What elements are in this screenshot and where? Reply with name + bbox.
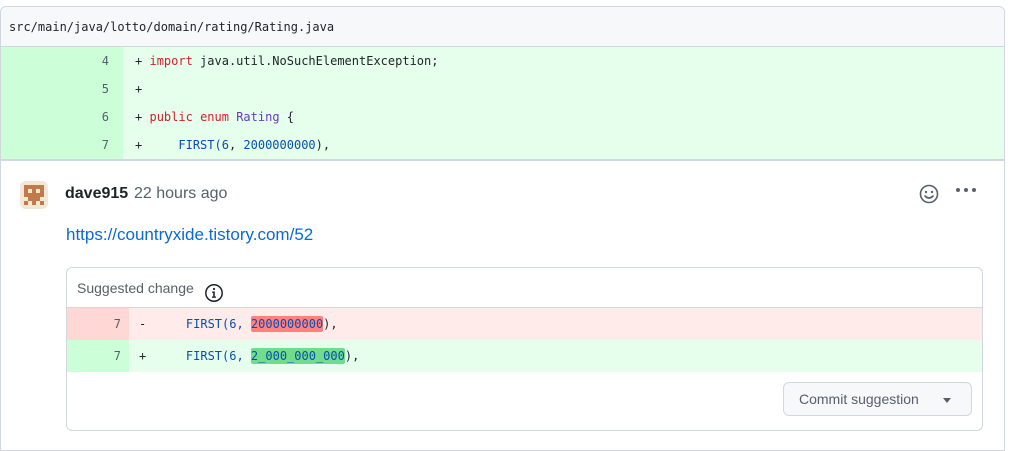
triangle-down-icon[interactable] (943, 398, 951, 403)
code-text: FIRST(6, 2000000000), (157, 308, 338, 340)
line-number[interactable]: 7 (1, 131, 123, 159)
comment-author[interactable]: dave915 (65, 185, 128, 203)
comment-timestamp[interactable]: 22 hours ago (134, 185, 227, 203)
code-token: 6 (221, 138, 229, 152)
diff-sign: + (135, 138, 143, 152)
line-number: 7 (67, 308, 129, 340)
code-text: + public enum Rating { (123, 103, 1004, 131)
code-token: import (149, 54, 193, 68)
diff-line: 7 + FIRST(6, 2000000000), (1, 131, 1004, 159)
diff-line: 5 + (1, 75, 1004, 103)
comment-link[interactable]: https://countryxide.tistory.com/52 (66, 225, 313, 245)
code-token: ), (315, 138, 331, 152)
code-text: + FIRST(6, 2000000000), (123, 131, 1004, 159)
suggested-change-title: Suggested change (77, 280, 194, 296)
code-text: FIRST(6, 2_000_000_000), (157, 340, 359, 372)
file-path[interactable]: src/main/java/lotto/domain/rating/Rating… (1, 7, 1004, 47)
line-number: 7 (67, 340, 129, 372)
suggested-change-box: Suggested change 7 - FIRST(6, 2000000000… (66, 267, 983, 431)
diff-table: 4 + import java.util.NoSuchElementExcepti… (1, 47, 1004, 159)
review-comment: dave915 22 hours ago https://countryxide… (0, 161, 1003, 443)
code-suffix: ), (344, 349, 360, 363)
diff-sign: + (139, 349, 147, 363)
suggestion-added-line: 7 + FIRST(6, 2_000_000_000), (67, 340, 982, 372)
code-suffix: ), (323, 317, 338, 331)
code-token: enum (200, 110, 229, 124)
diff-sign: - (139, 317, 147, 331)
line-number[interactable]: 6 (1, 103, 123, 131)
kebab-horizontal-icon[interactable] (953, 179, 979, 201)
commit-suggestion-button[interactable]: Commit suggestion (783, 382, 972, 416)
added-highlight: 2_000_000_000 (250, 348, 345, 364)
info-icon[interactable] (204, 278, 224, 302)
diff-sign: + (135, 82, 143, 96)
code-prefix: FIRST(6, (157, 349, 251, 363)
code-text: + import java.util.NoSuchElementExceptio… (123, 47, 1004, 75)
commit-suggestion-label: Commit suggestion (799, 391, 919, 407)
code-token: Rating (236, 110, 280, 124)
suggestion-removed-line: 7 - FIRST(6, 2000000000), (67, 308, 982, 340)
line-number[interactable]: 4 (1, 47, 123, 75)
suggested-change-header: Suggested change (67, 268, 982, 308)
code-token: , (228, 138, 244, 152)
removed-highlight: 2000000000 (250, 316, 324, 332)
code-token: public (149, 110, 193, 124)
code-token: { (279, 110, 295, 124)
code-prefix: FIRST(6, (157, 317, 251, 331)
code-text: + (123, 75, 1004, 103)
diff-line: 4 + import java.util.NoSuchElementExcepti… (1, 47, 1004, 75)
diff-sign: + (135, 54, 143, 68)
avatar[interactable] (20, 181, 48, 209)
diff-line: 6 + public enum Rating { (1, 103, 1004, 131)
code-token: 2000000000 (243, 138, 316, 152)
line-number[interactable]: 5 (1, 75, 123, 103)
smiley-icon[interactable] (918, 183, 940, 205)
code-token: FIRST( (149, 138, 222, 152)
code-token: java.util.NoSuchElementException; (192, 54, 439, 68)
commit-area: Commit suggestion (67, 372, 982, 430)
diff-sign: + (135, 110, 143, 124)
